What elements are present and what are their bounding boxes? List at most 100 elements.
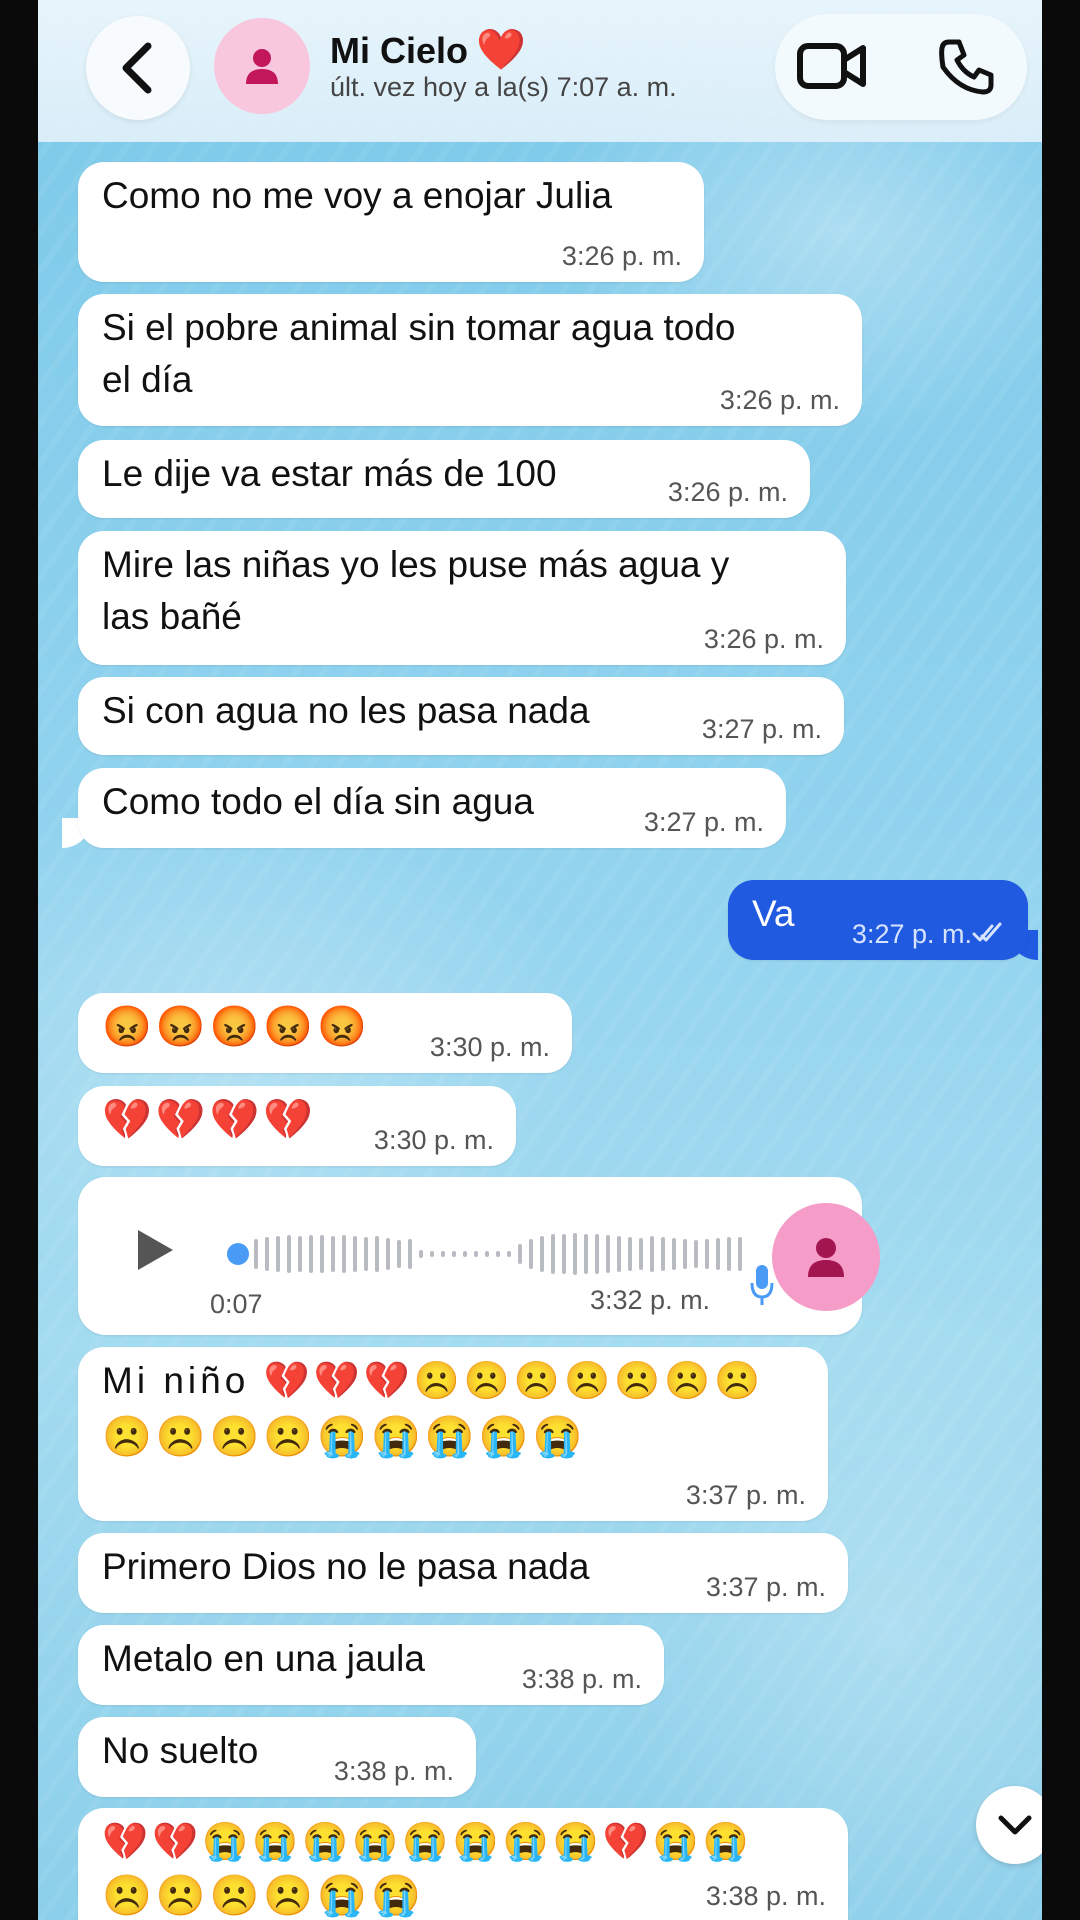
chat-header: Mi Cielo ❤️ últ. vez hoy a la(s) 7:07 a. … (38, 0, 1042, 142)
waveform-bar (375, 1236, 379, 1272)
waveform-bar (573, 1233, 577, 1275)
play-button[interactable] (134, 1227, 176, 1277)
waveform-bar (727, 1237, 731, 1271)
message-time: 3:32 p. m. (590, 1285, 711, 1315)
message-bubble[interactable]: Mi niño 💔💔💔☹️☹️☹️☹️☹️☹️☹️ ☹️☹️☹️☹️😭😭😭😭😭 … (78, 1347, 828, 1521)
message-text-line2: las bañé (102, 596, 242, 637)
waveform-bar (650, 1236, 654, 1272)
scroll-to-bottom-button[interactable] (976, 1786, 1042, 1864)
waveform-bar (584, 1234, 588, 1274)
message-bubble[interactable]: Metalo en una jaula 3:38 p. m. (78, 1625, 664, 1705)
message-text: Si el pobre animal sin tomar agua todo (102, 307, 736, 348)
waveform-bar (683, 1239, 687, 1269)
voice-call-button[interactable] (937, 38, 995, 100)
message-bubble[interactable]: Le dije va estar más de 100 3:26 p. m. (78, 440, 810, 518)
last-seen-status: últ. vez hoy a la(s) 7:07 a. m. (330, 72, 677, 102)
message-text: Le dije va estar más de 100 (102, 453, 557, 494)
message-bubble[interactable]: Primero Dios no le pasa nada 3:37 p. m. (78, 1533, 848, 1613)
chevron-left-icon (122, 42, 152, 94)
waveform-bar (331, 1236, 335, 1272)
message-bubble[interactable]: Mire las niñas yo les puse más agua y la… (78, 531, 846, 665)
microphone-icon (750, 1265, 774, 1305)
waveform-bar (661, 1237, 665, 1271)
waveform-bar (452, 1251, 456, 1257)
emoji-message: 💔💔💔💔 (102, 1098, 318, 1142)
message-time: 3:26 p. m. (719, 385, 840, 415)
waveform-bar (463, 1251, 467, 1257)
waveform-bar (298, 1236, 302, 1272)
waveform-bar (287, 1235, 291, 1273)
message-text-line2: el día (102, 359, 193, 400)
contact-name-text: Mi Cielo (330, 30, 469, 71)
message-time: 3:38 p. m. (333, 1756, 454, 1786)
play-icon (138, 1230, 173, 1270)
message-text-line2: ☹️☹️☹️☹️😭😭😭😭😭 (102, 1415, 587, 1459)
waveform-bar (518, 1244, 522, 1264)
message-bubble[interactable]: Como no me voy a enojar Julia 3:26 p. m. (78, 162, 704, 282)
message-text: Mire las niñas yo les puse más agua y (102, 544, 730, 585)
message-bubble[interactable]: No suelto 3:38 p. m. (78, 1717, 476, 1797)
waveform-bar (265, 1237, 269, 1271)
message-time: 3:37 p. m. (705, 1572, 826, 1602)
message-time: 3:27 p. m. (851, 919, 972, 949)
message-time: 3:26 p. m. (561, 241, 682, 271)
audio-waveform[interactable] (226, 1231, 766, 1277)
message-time: 3:27 p. m. (701, 714, 822, 744)
message-bubble[interactable]: 💔💔😭😭😭😭😭😭😭😭💔😭😭 ☹️☹️☹️☹️😭😭 3:38 p. m. (78, 1808, 848, 1920)
waveform-bar (496, 1251, 500, 1257)
waveform-bar (342, 1235, 346, 1273)
playback-knob[interactable] (227, 1243, 249, 1265)
waveform-bar (551, 1234, 555, 1274)
message-time: 3:38 p. m. (705, 1881, 826, 1911)
person-icon (246, 49, 278, 84)
back-button[interactable] (86, 16, 190, 120)
waveform-bar (364, 1237, 368, 1271)
message-text: Metalo en una jaula (102, 1638, 425, 1679)
waveform-bar (485, 1251, 489, 1257)
waveform-bar (276, 1236, 280, 1272)
waveform-bar (705, 1239, 709, 1269)
contact-avatar[interactable] (214, 18, 310, 114)
message-text: 💔💔😭😭😭😭😭😭😭😭💔😭😭 (102, 1821, 753, 1862)
message-bubble[interactable]: Si el pobre animal sin tomar agua todo e… (78, 294, 862, 426)
message-time: 3:38 p. m. (521, 1664, 642, 1694)
message-time: 3:37 p. m. (685, 1480, 806, 1510)
waveform-bar (606, 1235, 610, 1273)
voice-duration: 0:07 (210, 1289, 263, 1319)
message-bubble[interactable]: Como todo el día sin agua 3:27 p. m. (78, 768, 786, 848)
message-text: Como no me voy a enojar Julia (102, 175, 613, 216)
message-text: No suelto (102, 1730, 259, 1771)
message-bubble[interactable]: 💔💔💔💔 3:30 p. m. (78, 1086, 516, 1166)
outgoing-message-bubble[interactable]: Va 3:27 p. m. (728, 880, 1028, 960)
phone-icon (939, 39, 994, 95)
video-camera-icon (797, 43, 866, 89)
waveform-bar (353, 1236, 357, 1272)
message-text: Primero Dios no le pasa nada (102, 1546, 590, 1587)
emoji-message: 😡😡😡😡😡 (102, 1005, 372, 1049)
heart-emoji: ❤️ (476, 28, 526, 72)
message-text: Va (752, 893, 795, 934)
waveform-bar (430, 1251, 434, 1257)
waveform-bar (738, 1237, 742, 1271)
waveform-bar (254, 1239, 258, 1269)
person-icon (808, 1238, 844, 1277)
waveform-bar (672, 1238, 676, 1270)
waveform-bar (441, 1251, 445, 1257)
waveform-bar (397, 1240, 401, 1268)
waveform-bar (408, 1239, 412, 1269)
double-check-icon (972, 922, 1002, 942)
message-text: Como todo el día sin agua (102, 781, 534, 822)
voice-message-bubble[interactable]: 0:07 3:32 p. m. (78, 1177, 880, 1335)
message-time: 3:30 p. m. (429, 1032, 550, 1062)
video-call-button[interactable] (797, 40, 867, 96)
waveform-bar (694, 1240, 698, 1268)
contact-name[interactable]: Mi Cielo ❤️ (330, 26, 526, 73)
waveform-bar (507, 1251, 511, 1257)
message-bubble[interactable]: Si con agua no les pasa nada 3:27 p. m. (78, 677, 844, 755)
waveform-bar (540, 1236, 544, 1272)
waveform-bar (419, 1250, 423, 1258)
message-bubble[interactable]: 😡😡😡😡😡 3:30 p. m. (78, 993, 572, 1073)
message-text-line2: ☹️☹️☹️☹️😭😭 (102, 1874, 425, 1918)
message-text: Mi niño 💔💔💔☹️☹️☹️☹️☹️☹️☹️ (102, 1360, 765, 1401)
waveform-bar (474, 1251, 478, 1257)
